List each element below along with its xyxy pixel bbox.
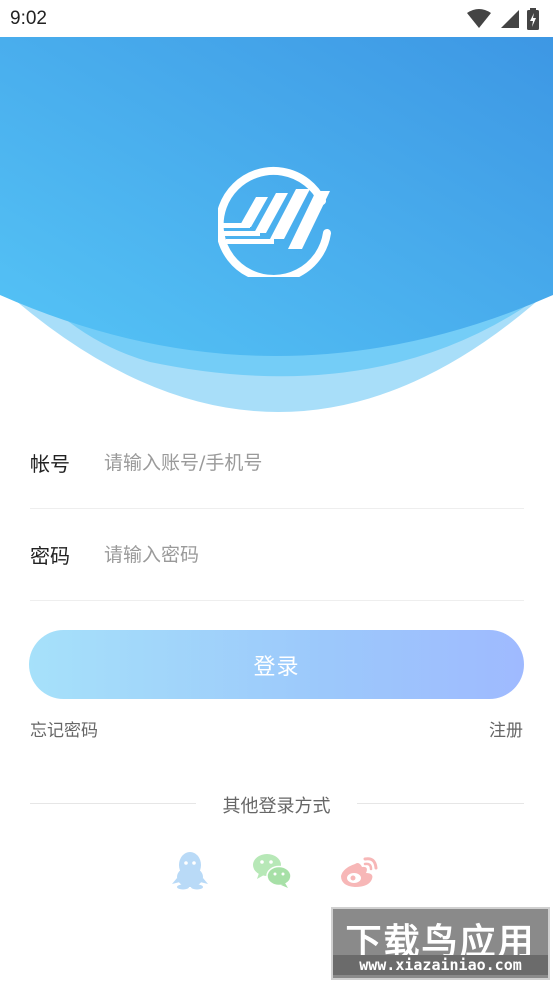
wifi-icon [467, 8, 491, 28]
status-bar: 9:02 [0, 0, 553, 37]
status-time: 9:02 [10, 7, 47, 29]
account-input[interactable] [104, 451, 524, 474]
password-label: 密码 [30, 544, 70, 568]
signal-icon [501, 9, 519, 28]
qq-icon[interactable] [170, 850, 210, 890]
password-input[interactable] [104, 543, 524, 566]
account-row: 帐号 [30, 417, 524, 509]
wechat-icon[interactable] [252, 850, 292, 890]
forgot-password-link[interactable]: 忘记密码 [30, 716, 98, 741]
login-button[interactable]: 登录 [29, 630, 524, 699]
brand-logo [218, 166, 331, 277]
status-icons [467, 7, 539, 30]
password-row: 密码 [30, 509, 524, 601]
account-label: 帐号 [30, 452, 70, 476]
other-login-title: 其他登录方式 [222, 796, 331, 817]
divider-right [357, 803, 524, 804]
register-link[interactable]: 注册 [489, 716, 523, 741]
battery-charging-icon [527, 7, 539, 30]
watermark: 下载鸟应用 www.xiazainiao.com [331, 907, 550, 980]
divider-left [30, 803, 196, 804]
weibo-icon[interactable] [339, 850, 379, 890]
watermark-url: www.xiazainiao.com [333, 955, 548, 975]
